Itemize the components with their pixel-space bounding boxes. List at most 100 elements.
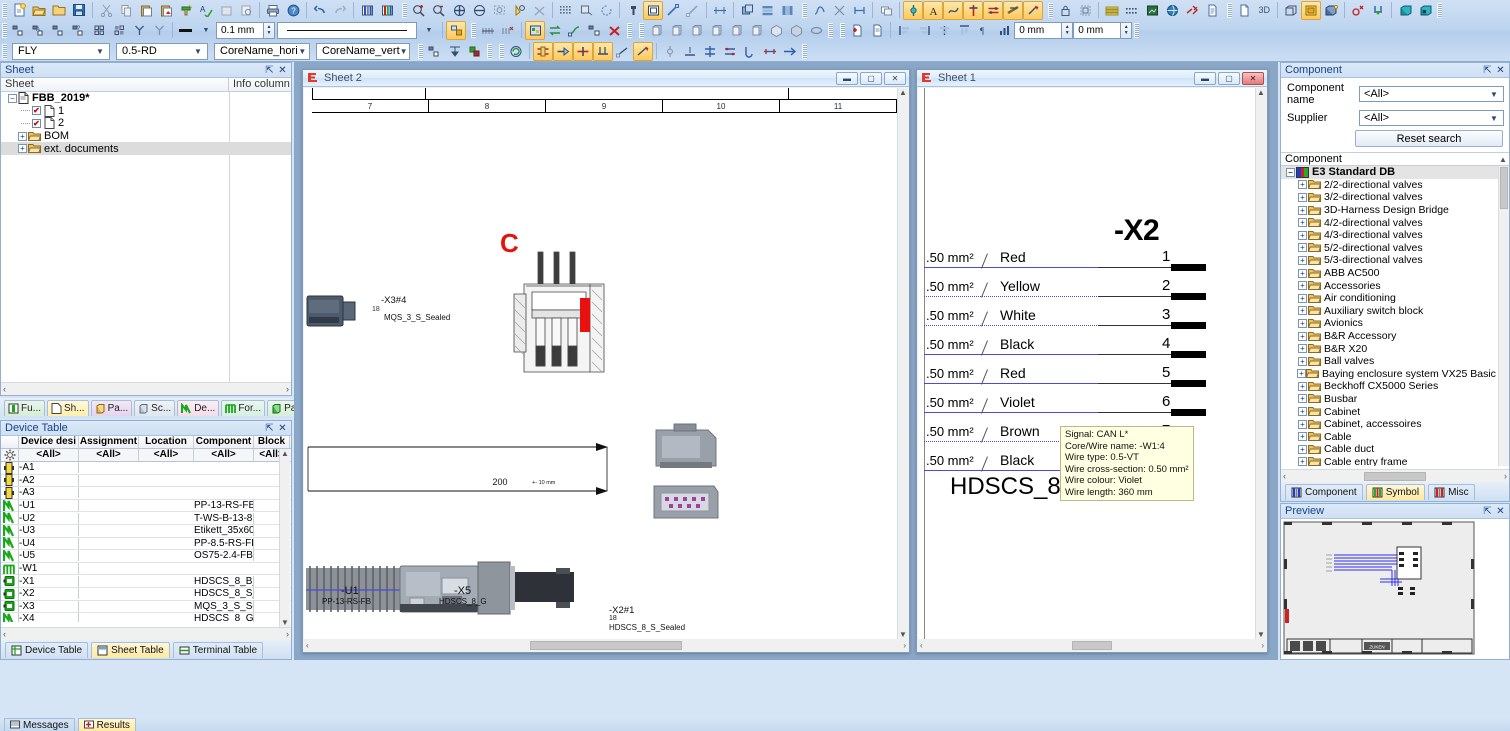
expand-icon[interactable]: + [1297, 394, 1308, 403]
zoom-expand-icon[interactable] [449, 1, 469, 20]
col-component[interactable]: Component [194, 436, 254, 448]
scroll-right-icon[interactable]: › [286, 629, 289, 639]
symbol-panel-icon[interactable] [377, 1, 397, 20]
tab-schematic[interactable]: Sc... [134, 400, 175, 416]
line-draw-2-icon[interactable] [683, 1, 703, 20]
connect-icon[interactable] [983, 1, 1003, 20]
align-offset-y[interactable]: 0 mm [1073, 22, 1121, 39]
view-rotate-icon[interactable] [806, 21, 826, 40]
expand-icon[interactable]: + [1297, 243, 1308, 252]
layer-front-icon[interactable] [737, 1, 757, 20]
terminal-pin-block[interactable] [1171, 409, 1206, 416]
zoom-window-icon[interactable] [489, 1, 509, 20]
device-table-hscrollbar[interactable]: ‹ › [1, 627, 291, 640]
paste-icon[interactable] [136, 1, 156, 20]
component-tree-item[interactable]: +4/3-directional valves [1281, 229, 1509, 242]
col-device-designation[interactable]: Device desi [19, 436, 79, 448]
line-width-value[interactable]: 0.1 mm [216, 22, 264, 39]
connector-place-icon[interactable] [553, 42, 573, 61]
component-tree-item[interactable]: +ABB AC500 [1281, 267, 1509, 280]
document-window-sheet-2[interactable]: Sheet 2 ▬ ▢ ✕ 7891011 C [302, 69, 910, 653]
scroll-up-icon[interactable]: ▲ [1257, 88, 1265, 97]
hscroll-thumb[interactable] [1072, 641, 1112, 650]
view-cube-4-icon[interactable] [706, 21, 726, 40]
col-assignment[interactable]: Assignment [79, 436, 139, 448]
expand-icon[interactable]: + [1297, 344, 1308, 353]
paste-special-icon[interactable] [156, 1, 176, 20]
sheet-1-checkbox[interactable]: ✔ [32, 106, 41, 115]
expand-icon[interactable]: + [1297, 256, 1308, 265]
expand-icon[interactable]: + [1297, 445, 1308, 454]
device-table-body[interactable]: -A1-A2-A3-U1PP-13-RS-FB-U2T-WS-B-13-8.-U… [1, 462, 291, 622]
toolbar-grip[interactable] [2, 44, 7, 59]
zoom-selection-icon[interactable] [509, 1, 529, 20]
collapse-icon[interactable]: − [1285, 168, 1296, 177]
reroute-icon[interactable] [565, 21, 585, 40]
hscroll-thumb[interactable] [530, 641, 682, 650]
grid-table-icon[interactable] [1102, 1, 1122, 20]
refresh-view-icon[interactable] [596, 1, 616, 20]
transform-icon[interactable] [1075, 1, 1095, 20]
device-table-settings-icon[interactable] [1, 436, 19, 448]
close-icon[interactable]: ✕ [276, 65, 289, 76]
view-iso2-icon[interactable] [786, 21, 806, 40]
bracket-icon[interactable] [849, 1, 869, 20]
view-cube-6-icon[interactable] [746, 21, 766, 40]
sheet-1-vscrollbar[interactable]: ▲ ▼ [1255, 88, 1266, 639]
component-tree-item[interactable]: +3/2-directional valves [1281, 191, 1509, 204]
component-tree-item[interactable]: +2/2-directional valves [1281, 179, 1509, 192]
col-block[interactable]: Block [254, 436, 290, 448]
grid-small-icon[interactable] [89, 21, 109, 40]
scroll-up-icon[interactable]: ▲ [899, 88, 907, 97]
swap-icon[interactable] [545, 21, 565, 40]
component-tree-item[interactable]: +5/3-directional valves [1281, 254, 1509, 267]
toolbar-grip[interactable] [1048, 3, 1053, 18]
component-tree-item[interactable]: +Cabinet [1281, 405, 1509, 418]
filter-location[interactable]: <All> [139, 449, 194, 461]
new-file-icon[interactable] [9, 1, 29, 20]
curve-icon[interactable] [809, 1, 829, 20]
box-solid-icon[interactable] [1301, 1, 1321, 20]
toolbar-overflow[interactable] [627, 23, 632, 38]
harness-node-icon[interactable] [593, 42, 613, 61]
cube-stack-icon[interactable] [1415, 1, 1435, 20]
line-style-preview[interactable] [277, 22, 417, 39]
down-arrow-icon[interactable] [1368, 1, 1388, 20]
toolbar-grip[interactable] [2, 23, 7, 38]
terminal-pin-block[interactable] [1171, 264, 1206, 271]
center-align-icon[interactable] [934, 21, 954, 40]
core-block-icon[interactable] [465, 42, 485, 61]
drop-wire-icon[interactable] [680, 42, 700, 61]
expand-icon[interactable]: + [1297, 206, 1308, 215]
sheet-2-vscrollbar[interactable]: ▲ ▼ [897, 88, 908, 639]
redo-icon[interactable] [330, 1, 350, 20]
connect-harness-icon[interactable] [533, 42, 553, 61]
minimize-button[interactable]: ▬ [1194, 72, 1216, 85]
box-wire-icon[interactable] [1281, 1, 1301, 20]
toolbar-overflow[interactable] [1134, 23, 1139, 38]
collapse-icon[interactable]: − [7, 94, 18, 103]
terminal-pin-block[interactable] [1171, 293, 1206, 300]
filter-gear-icon[interactable] [1, 449, 19, 461]
tab-symbol[interactable]: Symbol [1366, 484, 1425, 500]
expand-icon[interactable]: + [1297, 193, 1308, 202]
text-rotate-icon[interactable]: ¶ [974, 21, 994, 40]
align-cols-icon[interactable] [777, 1, 797, 20]
component-tree-item[interactable]: +Beckhoff CX5000 Series [1281, 380, 1509, 393]
scroll-down-icon[interactable]: ▼ [899, 630, 907, 639]
table-row[interactable]: -X1HDSCS_8_B_ [1, 575, 291, 588]
toolbar-overflow[interactable] [802, 44, 807, 59]
tab-misc[interactable]: Misc [1428, 484, 1475, 500]
spread-icon[interactable] [760, 42, 780, 61]
undo-icon[interactable] [310, 1, 330, 20]
place-symbol-icon[interactable] [9, 21, 29, 40]
close-icon[interactable]: ✕ [276, 423, 289, 434]
pan-icon[interactable] [529, 1, 549, 20]
sheet-2-checkbox[interactable]: ✔ [32, 119, 41, 128]
report-icon[interactable] [1202, 1, 1222, 20]
node-icon[interactable] [903, 1, 923, 20]
component-tree[interactable]: − E3 Standard DB +2/2-directional valves… [1281, 166, 1509, 466]
scroll-left-icon[interactable]: ‹ [1283, 471, 1286, 481]
component-tree-item[interactable]: +Cable [1281, 430, 1509, 443]
view-cube-1-icon[interactable] [646, 21, 666, 40]
